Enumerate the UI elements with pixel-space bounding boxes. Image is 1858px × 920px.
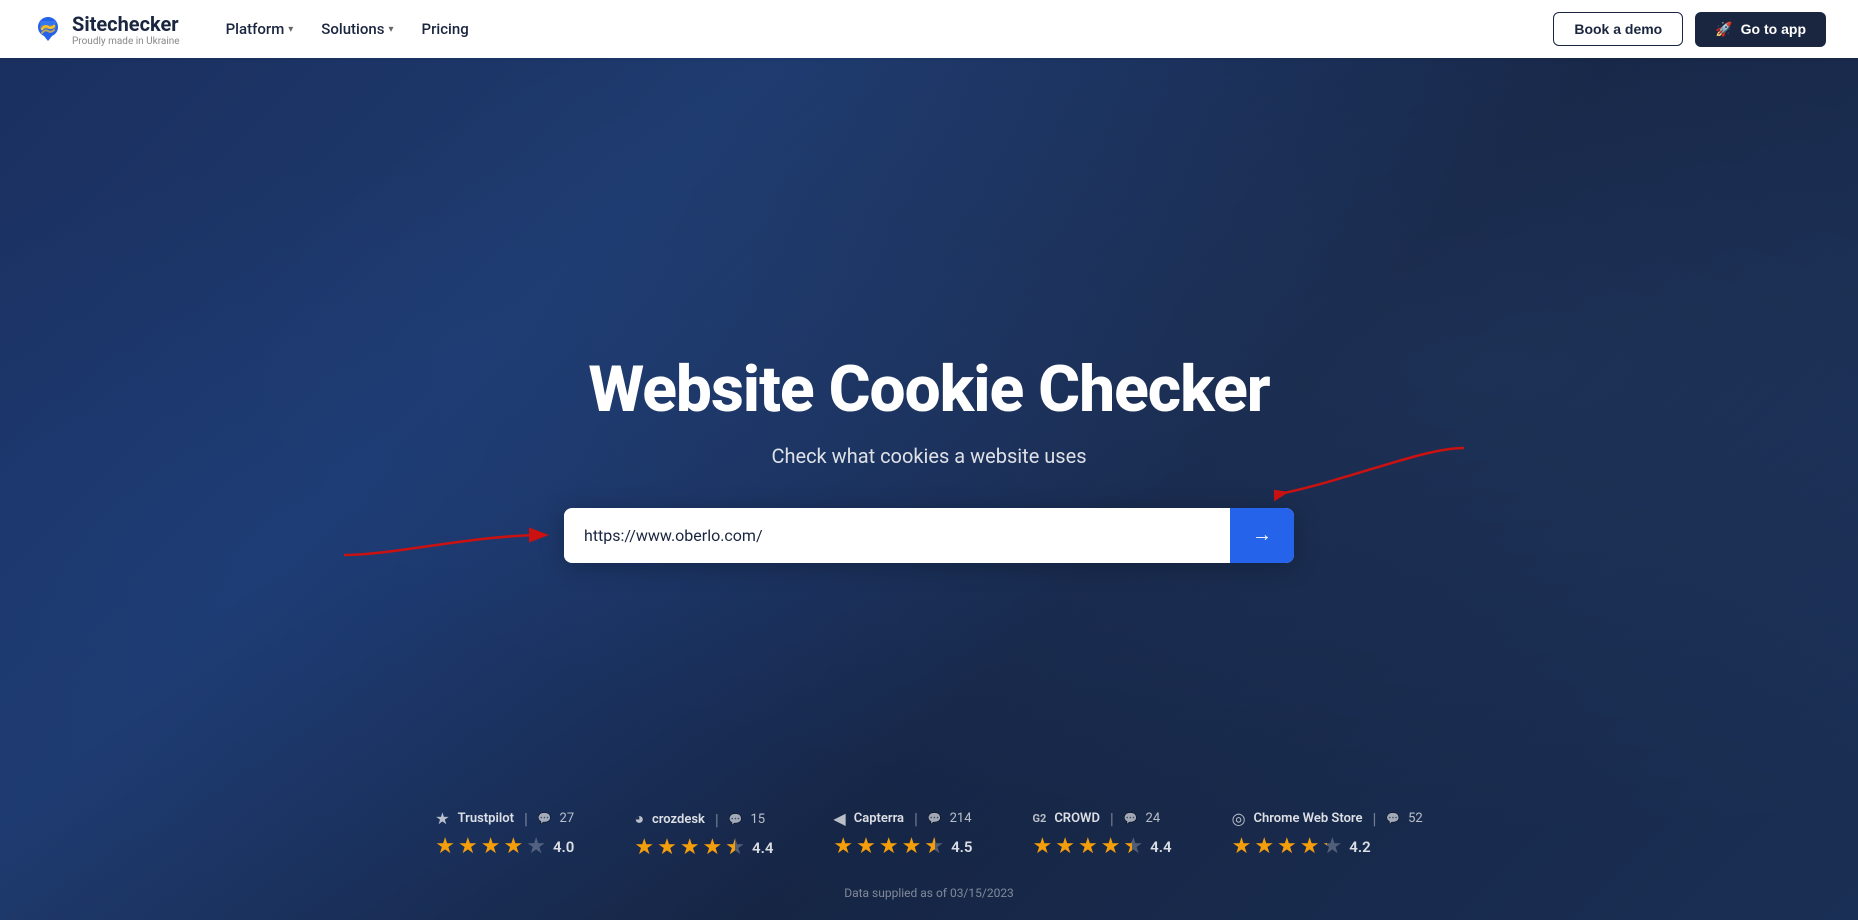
logo-tagline: Proudly made in Ukraine	[72, 36, 180, 47]
search-container: →	[564, 508, 1294, 563]
g2-count: 24	[1146, 811, 1161, 826]
trustpilot-name: Trustpilot	[458, 811, 514, 826]
navbar: Sitechecker Proudly made in Ukraine Plat…	[0, 0, 1858, 58]
g2-comment-icon: 💬	[1124, 812, 1138, 825]
logo-text: Sitechecker Proudly made in Ukraine	[72, 12, 180, 47]
capterra-icon: ◀	[833, 809, 845, 828]
rating-chrome: ◎ Chrome Web Store | 💬 52 ★ ★ ★ ★ ★ ★ 4.…	[1232, 809, 1423, 859]
navbar-right: Book a demo 🚀 Go to app	[1553, 12, 1826, 47]
g2-name: CROWD	[1054, 811, 1100, 826]
chrome-comment-icon: 💬	[1386, 812, 1400, 825]
go-to-app-button[interactable]: 🚀 Go to app	[1695, 12, 1826, 47]
url-search-input[interactable]	[564, 510, 1230, 561]
crozdesk-stars: ★ ★ ★ ★ ★ ★ 4.4	[634, 835, 773, 860]
capterra-stars: ★ ★ ★ ★ ★ ★ 4.5	[833, 834, 972, 859]
crozdesk-score: 4.4	[752, 839, 773, 857]
trustpilot-comment-icon: 💬	[538, 812, 552, 825]
left-arrow-decoration	[334, 505, 554, 565]
solutions-chevron-icon: ▾	[388, 24, 393, 35]
book-demo-button[interactable]: Book a demo	[1553, 12, 1683, 46]
hero-title: Website Cookie Checker	[588, 355, 1269, 425]
hero-subtitle: Check what cookies a website uses	[771, 444, 1086, 468]
navbar-left: Sitechecker Proudly made in Ukraine Plat…	[32, 12, 479, 47]
logo-icon	[32, 13, 64, 45]
g2-score: 4.4	[1150, 838, 1171, 856]
nav-solutions-label: Solutions	[321, 20, 384, 38]
rating-crozdesk: ◕ crozdesk | 💬 15 ★ ★ ★ ★ ★ ★ 4.4	[634, 809, 773, 860]
chrome-name: Chrome Web Store	[1254, 811, 1363, 826]
hero-section: Website Cookie Checker Check what cookie…	[0, 0, 1858, 920]
capterra-score: 4.5	[951, 838, 972, 856]
g2-icon: G2	[1033, 812, 1047, 825]
chrome-stars: ★ ★ ★ ★ ★ ★ 4.2	[1232, 834, 1371, 859]
rating-capterra: ◀ Capterra | 💬 214 ★ ★ ★ ★ ★ ★ 4.5	[833, 809, 972, 859]
crozdesk-icon: ◕	[634, 809, 644, 829]
platform-chevron-icon: ▾	[288, 24, 293, 35]
go-to-app-label: Go to app	[1741, 21, 1806, 37]
chrome-count: 52	[1408, 811, 1423, 826]
crozdesk-name: crozdesk	[652, 812, 705, 827]
data-note: Data supplied as of 03/15/2023	[844, 886, 1014, 900]
nav-pricing-label: Pricing	[422, 20, 469, 38]
right-arrow-decoration	[1274, 438, 1474, 538]
trustpilot-stars: ★ ★ ★ ★ ★ 4.0	[435, 834, 574, 859]
g2-stars: ★ ★ ★ ★ ★ ★ 4.4	[1033, 834, 1172, 859]
trustpilot-count: 27	[560, 811, 575, 826]
nav-item-pricing[interactable]: Pricing	[412, 12, 479, 46]
logo-name: Sitechecker	[72, 12, 180, 36]
trustpilot-score: 4.0	[553, 838, 574, 856]
crozdesk-comment-icon: 💬	[729, 813, 743, 826]
trustpilot-icon: ★	[435, 809, 449, 828]
crozdesk-count: 15	[751, 812, 766, 827]
nav-platform-label: Platform	[226, 20, 285, 38]
search-submit-button[interactable]: →	[1230, 508, 1294, 563]
rating-g2crowd: G2 CROWD | 💬 24 ★ ★ ★ ★ ★ ★ 4.4	[1033, 809, 1172, 859]
capterra-comment-icon: 💬	[928, 812, 942, 825]
chrome-icon: ◎	[1232, 809, 1246, 828]
capterra-name: Capterra	[854, 811, 904, 826]
logo[interactable]: Sitechecker Proudly made in Ukraine	[32, 12, 180, 47]
rating-trustpilot: ★ Trustpilot | 💬 27 ★ ★ ★ ★ ★ 4.0	[435, 809, 574, 859]
hero-content: Website Cookie Checker Check what cookie…	[479, 355, 1379, 562]
chrome-score: 4.2	[1349, 838, 1370, 856]
nav-item-platform[interactable]: Platform ▾	[216, 12, 304, 46]
rocket-icon: 🚀	[1715, 21, 1732, 38]
capterra-count: 214	[950, 811, 972, 826]
nav-item-solutions[interactable]: Solutions ▾	[311, 12, 403, 46]
arrow-right-icon: →	[1252, 524, 1272, 547]
nav-links: Platform ▾ Solutions ▾ Pricing	[216, 12, 479, 46]
ratings-section: ★ Trustpilot | 💬 27 ★ ★ ★ ★ ★ 4.0 ◕ croz…	[0, 809, 1858, 860]
